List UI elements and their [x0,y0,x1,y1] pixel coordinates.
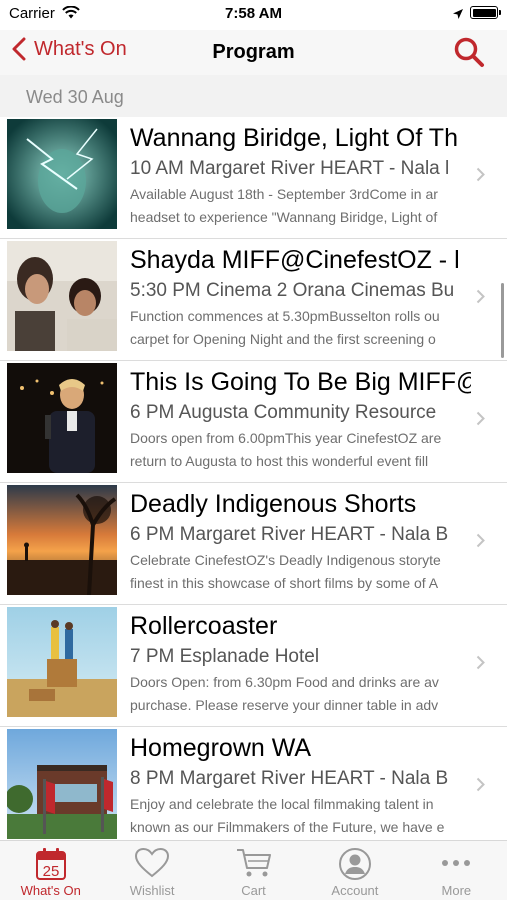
event-thumbnail [7,119,117,229]
heart-icon [135,847,170,878]
clock: 7:58 AM [225,5,282,22]
chevron-right-icon [476,655,485,670]
more-icon [442,860,471,866]
calendar-icon: 25 [35,848,66,880]
event-row[interactable]: Rollercoaster 7 PM Esplanade Hotel Doors… [0,605,507,727]
event-description-line-2: carpet for Opening Night and the first s… [130,331,436,347]
event-description-line-2: finest in this showcase of short films b… [130,575,439,591]
event-description-line-1: Function commences at 5.30pmBusselton ro… [130,308,440,324]
event-row[interactable]: This Is Going To Be Big MIFF@ 6 PM Augus… [0,361,507,483]
event-thumbnail [7,241,117,351]
search-icon [454,37,484,67]
event-description-line-2: return to Augusta to host this wonderful… [130,453,429,469]
event-title: Homegrown WA [130,734,312,762]
event-description-line-2: headset to experience "Wannang Biridge, … [130,209,438,225]
cart-icon [236,849,271,877]
event-row[interactable]: Deadly Indigenous Shorts 6 PM Margaret R… [0,483,507,605]
location-arrow-icon [452,7,464,24]
svg-text:25: 25 [42,863,59,880]
event-description-line-1: Available August 18th - September 3rdCom… [130,186,438,202]
chevron-right-icon [476,411,485,426]
event-thumbnail [7,607,117,717]
section-date: Wed 30 Aug [26,87,124,107]
tab-bar: 25 What's On Wishlist Cart Account More [0,840,507,900]
event-title: Deadly Indigenous Shorts [130,490,417,518]
event-description-line-1: Celebrate CinefestOZ's Deadly Indigenous… [130,552,441,568]
tab-whats-on-label: What's On [20,883,81,898]
event-time-venue: 8 PM Margaret River HEART - Nala B [130,768,449,789]
event-thumbnail [7,729,117,839]
tab-more[interactable]: More [406,841,507,900]
tab-wishlist-label: Wishlist [129,883,175,898]
event-time-venue: 10 AM Margaret River HEART - Nala l [130,158,450,179]
chevron-right-icon [476,289,485,304]
event-description-line-2: purchase. Please reserve your dinner tab… [130,697,439,713]
battery-icon [470,6,501,19]
event-description-line-1: Doors Open: from 6.30pm Food and drinks … [130,674,439,690]
event-thumbnail [7,363,117,473]
search-button[interactable] [453,36,485,73]
event-description-line-1: Enjoy and celebrate the local filmmaking… [130,796,434,812]
scroll-indicator[interactable] [501,283,504,358]
event-title: Shayda MIFF@CinefestOZ - l [130,246,460,274]
chevron-right-icon [476,533,485,548]
status-bar: Carrier 7:58 AM [0,0,507,30]
tab-cart[interactable]: Cart [203,841,304,900]
tab-more-label: More [441,883,472,898]
date-section-header: Wed 30 Aug [0,75,507,117]
event-list[interactable]: Wannang Biridge, Light Of Th 10 AM Marga… [0,117,507,840]
account-icon [338,848,371,880]
tab-cart-label: Cart [241,883,266,898]
chevron-right-icon [476,167,485,182]
event-time-venue: 6 PM Augusta Community Resource [130,402,437,423]
event-row[interactable]: Homegrown WA 8 PM Margaret River HEART -… [0,727,507,840]
event-time-venue: 6 PM Margaret River HEART - Nala B [130,524,449,545]
event-description-line-2: known as our Filmmakers of the Future, w… [130,819,445,835]
event-row[interactable]: Wannang Biridge, Light Of Th 10 AM Marga… [0,117,507,239]
navigation-bar: What's On Program [0,30,507,75]
tab-wishlist[interactable]: Wishlist [101,841,202,900]
event-title: Rollercoaster [130,612,278,640]
tab-whats-on[interactable]: 25 What's On [0,841,101,900]
event-title: Wannang Biridge, Light Of Th [130,124,458,152]
chevron-right-icon [476,777,485,792]
event-thumbnail [7,485,117,595]
event-row[interactable]: Shayda MIFF@CinefestOZ - l 5:30 PM Cinem… [0,239,507,361]
tab-account-label: Account [331,883,379,898]
event-description-line-1: Doors open from 6.00pmThis year Cinefest… [130,430,442,446]
event-time-venue: 7 PM Esplanade Hotel [130,646,320,667]
event-title: This Is Going To Be Big MIFF@ [130,368,471,396]
event-time-venue: 5:30 PM Cinema 2 Orana Cinemas Bu [130,280,455,301]
page-title: Program [212,41,295,63]
tab-account[interactable]: Account [304,841,405,900]
